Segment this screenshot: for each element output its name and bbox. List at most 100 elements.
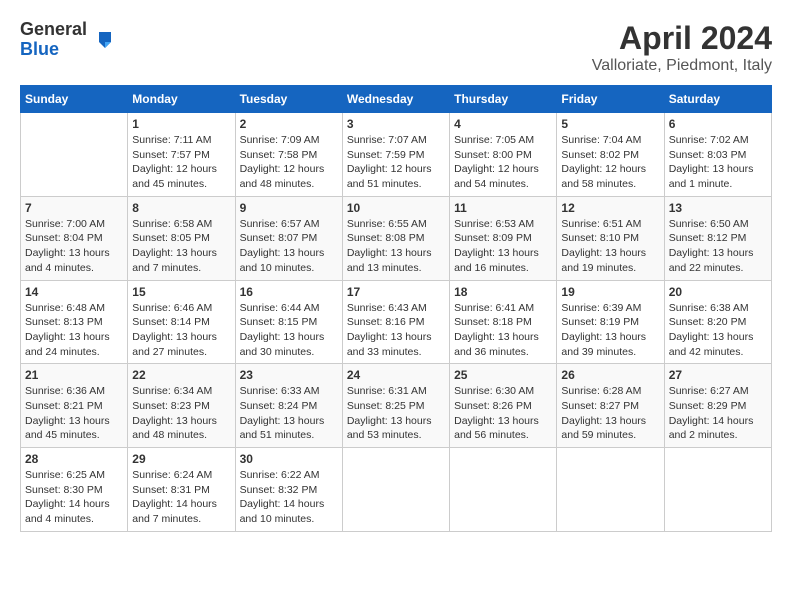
header-day-wednesday: Wednesday (342, 86, 449, 113)
day-info: Sunrise: 6:28 AMSunset: 8:27 PMDaylight:… (561, 384, 659, 443)
month-title: April 2024 (592, 20, 772, 57)
day-info: Sunrise: 6:48 AMSunset: 8:13 PMDaylight:… (25, 301, 123, 360)
day-info: Sunrise: 6:51 AMSunset: 8:10 PMDaylight:… (561, 217, 659, 276)
calendar-cell: 8 Sunrise: 6:58 AMSunset: 8:05 PMDaylight… (128, 196, 235, 280)
day-number: 13 (669, 201, 767, 215)
day-info: Sunrise: 6:24 AMSunset: 8:31 PMDaylight:… (132, 468, 230, 527)
calendar-cell: 28 Sunrise: 6:25 AMSunset: 8:30 PMDayligh… (21, 448, 128, 532)
calendar-cell (557, 448, 664, 532)
day-info: Sunrise: 6:38 AMSunset: 8:20 PMDaylight:… (669, 301, 767, 360)
calendar-cell: 15 Sunrise: 6:46 AMSunset: 8:14 PMDayligh… (128, 280, 235, 364)
calendar-cell: 9Sunrise: 6:57 AMSunset: 8:07 PMDaylight… (235, 196, 342, 280)
week-row-1: 1 Sunrise: 7:11 AMSunset: 7:57 PMDaylight… (21, 113, 772, 197)
calendar-cell: 24 Sunrise: 6:31 AMSunset: 8:25 PMDayligh… (342, 364, 449, 448)
logo-text: General Blue (20, 20, 87, 60)
logo: General Blue (20, 20, 115, 60)
week-row-3: 14 Sunrise: 6:48 AMSunset: 8:13 PMDayligh… (21, 280, 772, 364)
day-info: Sunrise: 6:55 AMSunset: 8:08 PMDaylight:… (347, 217, 445, 276)
day-number: 6 (669, 117, 767, 131)
calendar-cell: 30 Sunrise: 6:22 AMSunset: 8:32 PMDayligh… (235, 448, 342, 532)
day-number: 18 (454, 285, 552, 299)
day-number: 22 (132, 368, 230, 382)
page-header: General Blue April 2024 Valloriate, Pied… (20, 20, 772, 75)
day-number: 26 (561, 368, 659, 382)
day-number: 27 (669, 368, 767, 382)
day-info: Sunrise: 6:25 AMSunset: 8:30 PMDaylight:… (25, 468, 123, 527)
calendar-cell: 1 Sunrise: 7:11 AMSunset: 7:57 PMDaylight… (128, 113, 235, 197)
calendar-cell: 27 Sunrise: 6:27 AMSunset: 8:29 PMDayligh… (664, 364, 771, 448)
day-info: Sunrise: 7:09 AMSunset: 7:58 PMDaylight:… (240, 133, 338, 192)
week-row-4: 21 Sunrise: 6:36 AMSunset: 8:21 PMDayligh… (21, 364, 772, 448)
calendar-cell: 25Sunrise: 6:30 AMSunset: 8:26 PMDayligh… (450, 364, 557, 448)
day-info: Sunrise: 6:58 AMSunset: 8:05 PMDaylight:… (132, 217, 230, 276)
day-number: 7 (25, 201, 123, 215)
day-number: 16 (240, 285, 338, 299)
day-info: Sunrise: 6:30 AMSunset: 8:26 PMDaylight:… (454, 384, 552, 443)
calendar-cell: 22 Sunrise: 6:34 AMSunset: 8:23 PMDayligh… (128, 364, 235, 448)
header-day-monday: Monday (128, 86, 235, 113)
header-day-tuesday: Tuesday (235, 86, 342, 113)
day-info: Sunrise: 6:50 AMSunset: 8:12 PMDaylight:… (669, 217, 767, 276)
day-number: 21 (25, 368, 123, 382)
logo-icon (91, 28, 115, 52)
day-number: 4 (454, 117, 552, 131)
location: Valloriate, Piedmont, Italy (592, 57, 772, 75)
calendar-cell: 4Sunrise: 7:05 AMSunset: 8:00 PMDaylight… (450, 113, 557, 197)
calendar-cell: 3Sunrise: 7:07 AMSunset: 7:59 PMDaylight… (342, 113, 449, 197)
day-number: 1 (132, 117, 230, 131)
day-info: Sunrise: 6:46 AMSunset: 8:14 PMDaylight:… (132, 301, 230, 360)
calendar-cell: 11Sunrise: 6:53 AMSunset: 8:09 PMDayligh… (450, 196, 557, 280)
calendar-cell: 23Sunrise: 6:33 AMSunset: 8:24 PMDayligh… (235, 364, 342, 448)
week-row-5: 28 Sunrise: 6:25 AMSunset: 8:30 PMDayligh… (21, 448, 772, 532)
day-info: Sunrise: 6:27 AMSunset: 8:29 PMDaylight:… (669, 384, 767, 443)
week-row-2: 7 Sunrise: 7:00 AMSunset: 8:04 PMDaylight… (21, 196, 772, 280)
calendar-cell (342, 448, 449, 532)
day-info: Sunrise: 6:34 AMSunset: 8:23 PMDaylight:… (132, 384, 230, 443)
day-info: Sunrise: 6:36 AMSunset: 8:21 PMDaylight:… (25, 384, 123, 443)
calendar-cell: 14 Sunrise: 6:48 AMSunset: 8:13 PMDayligh… (21, 280, 128, 364)
calendar-cell: 5 Sunrise: 7:04 AMSunset: 8:02 PMDaylight… (557, 113, 664, 197)
day-number: 9 (240, 201, 338, 215)
calendar-cell: 16Sunrise: 6:44 AMSunset: 8:15 PMDayligh… (235, 280, 342, 364)
calendar-table: SundayMondayTuesdayWednesdayThursdayFrid… (20, 85, 772, 532)
day-number: 5 (561, 117, 659, 131)
day-number: 17 (347, 285, 445, 299)
header-day-saturday: Saturday (664, 86, 771, 113)
day-number: 10 (347, 201, 445, 215)
day-number: 28 (25, 452, 123, 466)
header-day-sunday: Sunday (21, 86, 128, 113)
day-number: 14 (25, 285, 123, 299)
day-info: Sunrise: 6:31 AMSunset: 8:25 PMDaylight:… (347, 384, 445, 443)
calendar-cell: 12 Sunrise: 6:51 AMSunset: 8:10 PMDayligh… (557, 196, 664, 280)
calendar-cell: 10 Sunrise: 6:55 AMSunset: 8:08 PMDayligh… (342, 196, 449, 280)
header-day-thursday: Thursday (450, 86, 557, 113)
day-number: 29 (132, 452, 230, 466)
day-number: 12 (561, 201, 659, 215)
calendar-body: 1 Sunrise: 7:11 AMSunset: 7:57 PMDaylight… (21, 113, 772, 532)
calendar-cell (664, 448, 771, 532)
calendar-header: SundayMondayTuesdayWednesdayThursdayFrid… (21, 86, 772, 113)
day-info: Sunrise: 6:41 AMSunset: 8:18 PMDaylight:… (454, 301, 552, 360)
calendar-cell: 7 Sunrise: 7:00 AMSunset: 8:04 PMDaylight… (21, 196, 128, 280)
day-number: 2 (240, 117, 338, 131)
calendar-cell (450, 448, 557, 532)
calendar-cell: 17Sunrise: 6:43 AMSunset: 8:16 PMDayligh… (342, 280, 449, 364)
calendar-cell: 2 Sunrise: 7:09 AMSunset: 7:58 PMDaylight… (235, 113, 342, 197)
calendar-cell: 26 Sunrise: 6:28 AMSunset: 8:27 PMDayligh… (557, 364, 664, 448)
day-info: Sunrise: 7:04 AMSunset: 8:02 PMDaylight:… (561, 133, 659, 192)
day-number: 23 (240, 368, 338, 382)
calendar-cell: 6Sunrise: 7:02 AMSunset: 8:03 PMDaylight… (664, 113, 771, 197)
day-number: 24 (347, 368, 445, 382)
day-number: 8 (132, 201, 230, 215)
logo-general: General (20, 19, 87, 39)
day-number: 11 (454, 201, 552, 215)
day-number: 30 (240, 452, 338, 466)
day-info: Sunrise: 7:11 AMSunset: 7:57 PMDaylight:… (132, 133, 230, 192)
day-info: Sunrise: 7:07 AMSunset: 7:59 PMDaylight:… (347, 133, 445, 192)
header-row: SundayMondayTuesdayWednesdayThursdayFrid… (21, 86, 772, 113)
calendar-cell: 19Sunrise: 6:39 AMSunset: 8:19 PMDayligh… (557, 280, 664, 364)
day-number: 15 (132, 285, 230, 299)
calendar-cell (21, 113, 128, 197)
day-info: Sunrise: 7:00 AMSunset: 8:04 PMDaylight:… (25, 217, 123, 276)
day-info: Sunrise: 6:22 AMSunset: 8:32 PMDaylight:… (240, 468, 338, 527)
